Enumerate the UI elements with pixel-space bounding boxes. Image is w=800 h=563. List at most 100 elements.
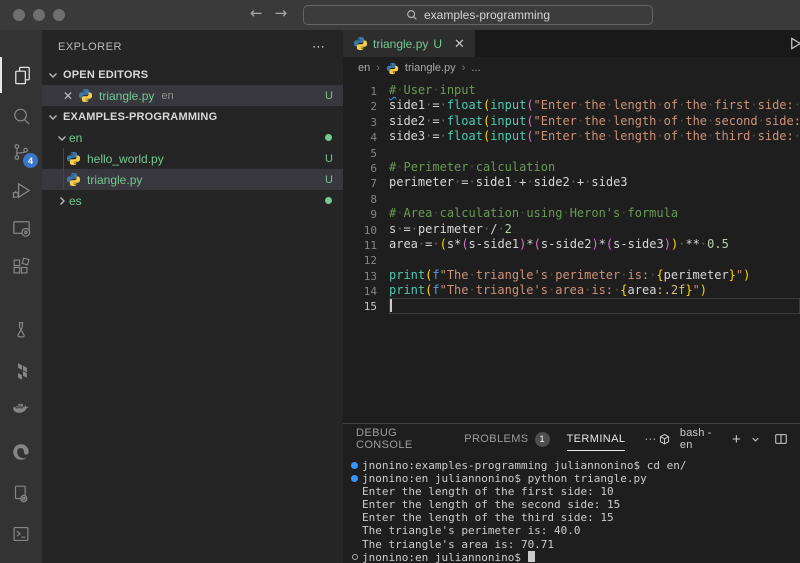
project-section-header[interactable]: EXAMPLES-PROGRAMMING [42, 106, 343, 127]
search-sidebar-icon[interactable] [0, 98, 42, 134]
panel-more-actions-icon[interactable]: ⋯ [644, 432, 658, 446]
breadcrumb-symbol[interactable]: ... [471, 62, 480, 74]
code-line[interactable]: 15 [343, 298, 800, 313]
whitespace-dot: · [656, 114, 663, 128]
tab-title: triangle.py [373, 37, 428, 51]
command-decoration [347, 485, 362, 498]
line-number: 8 [343, 191, 377, 206]
whitespace-dot: · [548, 283, 555, 297]
open-editor-folder-detail: en [161, 90, 173, 102]
token: :.2f [656, 283, 685, 297]
code-text [377, 145, 389, 160]
token: side3 [628, 237, 664, 251]
code-line[interactable]: 11area·=·(s*(s-side1)*(s-side2)*(s-side3… [343, 237, 800, 252]
tree-item-label: en [69, 131, 82, 145]
code-line[interactable]: 6#·Perimeter·calculation [343, 160, 800, 175]
terraform-icon[interactable] [0, 352, 42, 388]
whitespace-dot: · [425, 114, 432, 128]
code-runner-icon[interactable] [0, 476, 42, 512]
code-area[interactable]: 1#·User·input2side1·=·float(input("Enter… [343, 79, 800, 423]
tree-row-es[interactable]: es [42, 190, 343, 211]
code-line[interactable]: 2side1·=·float(input("Enter·the·length·o… [343, 98, 800, 113]
code-line[interactable]: 7perimeter·=·side1·+·side2·+·side3 [343, 175, 800, 190]
token: ·+· [570, 175, 592, 189]
docker-icon[interactable] [0, 391, 42, 427]
breadcrumb-file[interactable]: triangle.py [405, 62, 456, 74]
code-line[interactable]: 9#·Area·calculation·using·Heron's·formul… [343, 206, 800, 221]
breadcrumb-folder[interactable]: en [358, 62, 370, 74]
whitespace-dot: · [750, 129, 757, 143]
token: perimeter [418, 222, 483, 236]
token: ( [461, 237, 468, 251]
token: " [693, 283, 700, 297]
panel-tab-problems[interactable]: PROBLEMS1 [464, 424, 549, 454]
close-tab-icon[interactable]: ✕ [454, 36, 465, 52]
extensions-icon[interactable] [0, 249, 42, 285]
code-line[interactable]: 12 [343, 252, 800, 267]
edge-tools-icon[interactable] [0, 434, 42, 470]
explorer-more-actions-icon[interactable]: ⋯ [312, 39, 327, 55]
whitespace-dot: · [425, 129, 432, 143]
open-editor-item-triangle-py[interactable]: ✕ triangle.py en U [42, 85, 343, 106]
split-terminal-icon[interactable] [774, 432, 788, 446]
activity-bar: 4 [0, 30, 42, 563]
code-line[interactable]: 8 [343, 191, 800, 206]
close-icon[interactable]: ✕ [60, 89, 76, 103]
terminal-profile-label[interactable]: bash - en [680, 427, 723, 451]
new-terminal-icon[interactable]: + [732, 431, 741, 448]
panel-tab-label: TERMINAL [567, 433, 626, 445]
explorer-sidebar: EXPLORER ⋯ OPEN EDITORS ✕ triangle.py en… [42, 30, 343, 563]
terminal-line: jnonino:en juliannonino$ [347, 551, 800, 563]
line-number: 4 [343, 129, 377, 144]
whitespace-dot: · [678, 114, 685, 128]
terminal-output[interactable]: jnonino:examples-programming juliannonin… [343, 454, 800, 563]
sidebar-title: EXPLORER [58, 41, 122, 53]
code-text [377, 191, 389, 206]
panel-tab-terminal[interactable]: TERMINAL [567, 424, 626, 454]
navigate-back-icon[interactable]: ← [250, 4, 263, 22]
navigate-forward-icon[interactable]: → [275, 4, 288, 22]
run-and-debug-icon[interactable] [0, 172, 42, 208]
token: ·+· [512, 175, 534, 189]
source-control-icon[interactable]: 4 [0, 134, 42, 170]
external-terminal-icon[interactable] [0, 516, 42, 552]
open-editors-header[interactable]: OPEN EDITORS [42, 64, 343, 85]
close-window-button[interactable] [13, 9, 25, 21]
code-line[interactable]: 3side2·=·float(input("Enter·the·length·o… [343, 114, 800, 129]
remote-explorer-icon[interactable] [0, 210, 42, 246]
tree-row-hello_world-py[interactable]: hello_world.pyU [42, 148, 343, 169]
run-python-file-icon[interactable] [788, 36, 800, 51]
command-decoration [347, 459, 362, 472]
terminal-line: The triangle's perimeter is: 40.0 [347, 524, 800, 537]
code-line[interactable]: 14print(f"The·triangle's·area·is:·{area:… [343, 283, 800, 298]
code-line[interactable]: 1#·User·input [343, 83, 800, 98]
maximize-window-button[interactable] [53, 9, 65, 21]
terminal-dropdown-icon[interactable] [750, 434, 761, 445]
search-text: examples-programming [424, 8, 550, 22]
line-number: 11 [343, 237, 377, 252]
token: ( [440, 237, 447, 251]
problems-count-badge: 1 [535, 432, 550, 447]
token: ·=· [425, 98, 447, 112]
tree-row-en[interactable]: en [42, 127, 343, 148]
open-editor-file-label: triangle.py [99, 89, 154, 103]
terminal-cursor [528, 551, 535, 562]
code-line[interactable]: 13print(f"The·triangle's·perimeter·is:·{… [343, 268, 800, 283]
tree-row-triangle-py[interactable]: triangle.pyU [42, 169, 343, 190]
command-center-search[interactable]: examples-programming [303, 5, 653, 25]
command-prompt-decoration-icon [352, 554, 358, 560]
code-line[interactable]: 10s·=·perimeter·/·2 [343, 222, 800, 237]
token: perimeter [389, 175, 454, 189]
line-number: 10 [343, 222, 377, 237]
code-line[interactable]: 4side3·=·float(input("Enter·the·length·o… [343, 129, 800, 144]
minimize-window-button[interactable] [33, 9, 45, 21]
tab-triangle-py[interactable]: triangle.py U ✕ [343, 30, 476, 57]
whitespace-dot: · [656, 98, 663, 112]
panel-tab-debug-console[interactable]: DEBUG CONSOLE [356, 424, 447, 454]
token: ·=· [454, 175, 476, 189]
testing-icon[interactable] [0, 312, 42, 348]
code-line[interactable]: 5 [343, 145, 800, 160]
whitespace-dot: · [620, 268, 627, 282]
token: ) [743, 268, 750, 282]
explorer-icon[interactable] [0, 57, 42, 93]
